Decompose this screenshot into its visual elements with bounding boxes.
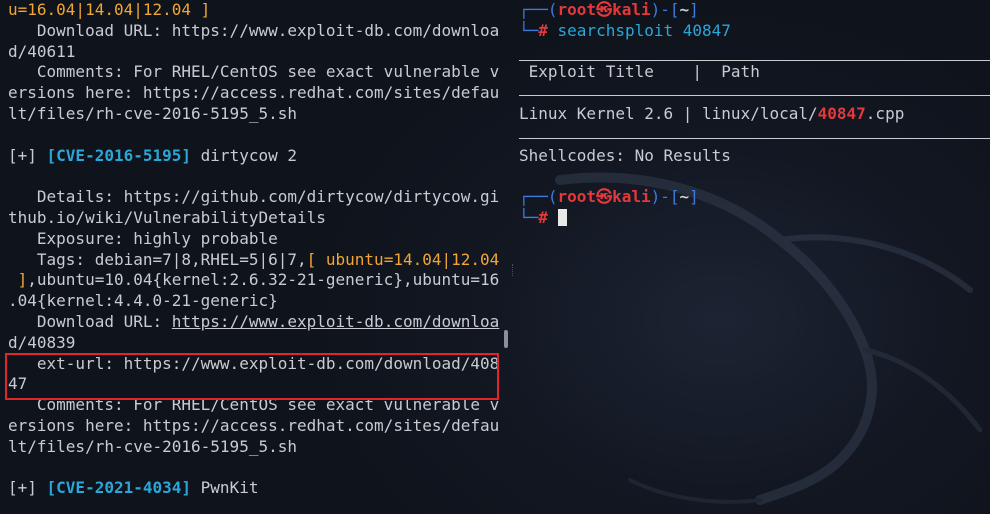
output-line: Comments: For RHEL/CentOS see exact vuln… xyxy=(8,62,500,82)
prompt-line: ┌──(root㉿kali)-[~] xyxy=(519,187,699,207)
table-rule-bottom xyxy=(519,138,990,139)
output-line: Tags: debian=7|8,RHEL=5|6|7,[ ubuntu=14.… xyxy=(8,249,500,269)
output-line: thub.io/wiki/VulnerabilityDetails xyxy=(8,207,326,227)
kali-at-icon: ㉿ xyxy=(596,187,613,207)
output-line: .04{kernel:4.4.0-21-generic} xyxy=(8,291,278,311)
output-line: lt/files/rh-cve-2016-5195_5.sh xyxy=(8,436,297,456)
exploit-path: linux/local/ xyxy=(702,103,818,123)
download-link[interactable]: https://www.exploit-db.com/downloa xyxy=(172,312,500,331)
exploit-id-highlight: 40847 xyxy=(817,103,866,123)
command-input-line[interactable]: └─# xyxy=(519,208,990,229)
output-line: Download URL: https://www.exploit-db.com… xyxy=(8,20,500,40)
command-line: └─# searchsploit 40847 xyxy=(519,20,731,40)
right-terminal-pane[interactable]: ┌──(root㉿kali)-[~] └─# searchsploit 4084… xyxy=(519,0,990,229)
output-line: ersions here: https://access.redhat.com/… xyxy=(8,83,500,103)
exploit-entry-header: [+] [CVE-2016-5195] dirtycow 2 xyxy=(8,145,297,165)
result-row: Linux Kernel 2.6 | linux/local/40847.cpp xyxy=(519,103,905,123)
shellcodes-result: Shellcodes: No Results xyxy=(519,145,731,165)
left-pane-scrollbar[interactable] xyxy=(504,330,508,348)
left-terminal-pane[interactable]: u=16.04|14.04|12.04 ] Download URL: http… xyxy=(8,0,502,499)
cve-id: [CVE-2021-4034] xyxy=(46,478,192,498)
output-line: ersions here: https://access.redhat.com/… xyxy=(8,415,500,435)
pane-divider-handle[interactable] xyxy=(512,264,515,276)
command-text: searchsploit 40847 xyxy=(547,20,731,40)
output-line: ],ubuntu=10.04{kernel:2.6.32-21-generic}… xyxy=(8,270,500,290)
prompt-host: kali xyxy=(612,0,651,19)
table-header: Exploit Title | Path xyxy=(519,62,760,82)
output-line: u=16.04|14.04|12.04 ] xyxy=(8,0,211,19)
output-line: d/40839 xyxy=(8,332,76,352)
table-rule-header xyxy=(519,95,990,96)
exploit-title: Linux Kernel 2.6 xyxy=(519,103,674,123)
root-hash: # xyxy=(538,20,548,40)
output-line: Exposure: highly probable xyxy=(8,228,278,248)
output-line: lt/files/rh-cve-2016-5195_5.sh xyxy=(8,103,297,123)
ext-url-highlight-box xyxy=(5,353,499,400)
table-rule-top xyxy=(519,60,990,61)
kali-at-icon: ㉿ xyxy=(596,0,613,19)
output-line: Download URL: https://www.exploit-db.com… xyxy=(8,311,500,331)
prompt-cwd: ~ xyxy=(679,0,690,19)
text-cursor xyxy=(557,208,567,226)
cve-id: [CVE-2016-5195] xyxy=(46,145,192,165)
output-line: d/40611 xyxy=(8,41,76,61)
output-line: Details: https://github.com/dirtycow/dir… xyxy=(8,187,500,207)
exploit-entry-header: [+] [CVE-2021-4034] PwnKit xyxy=(8,478,259,498)
prompt-user: root xyxy=(557,0,597,19)
prompt-line: ┌──(root㉿kali)-[~] xyxy=(519,0,699,19)
